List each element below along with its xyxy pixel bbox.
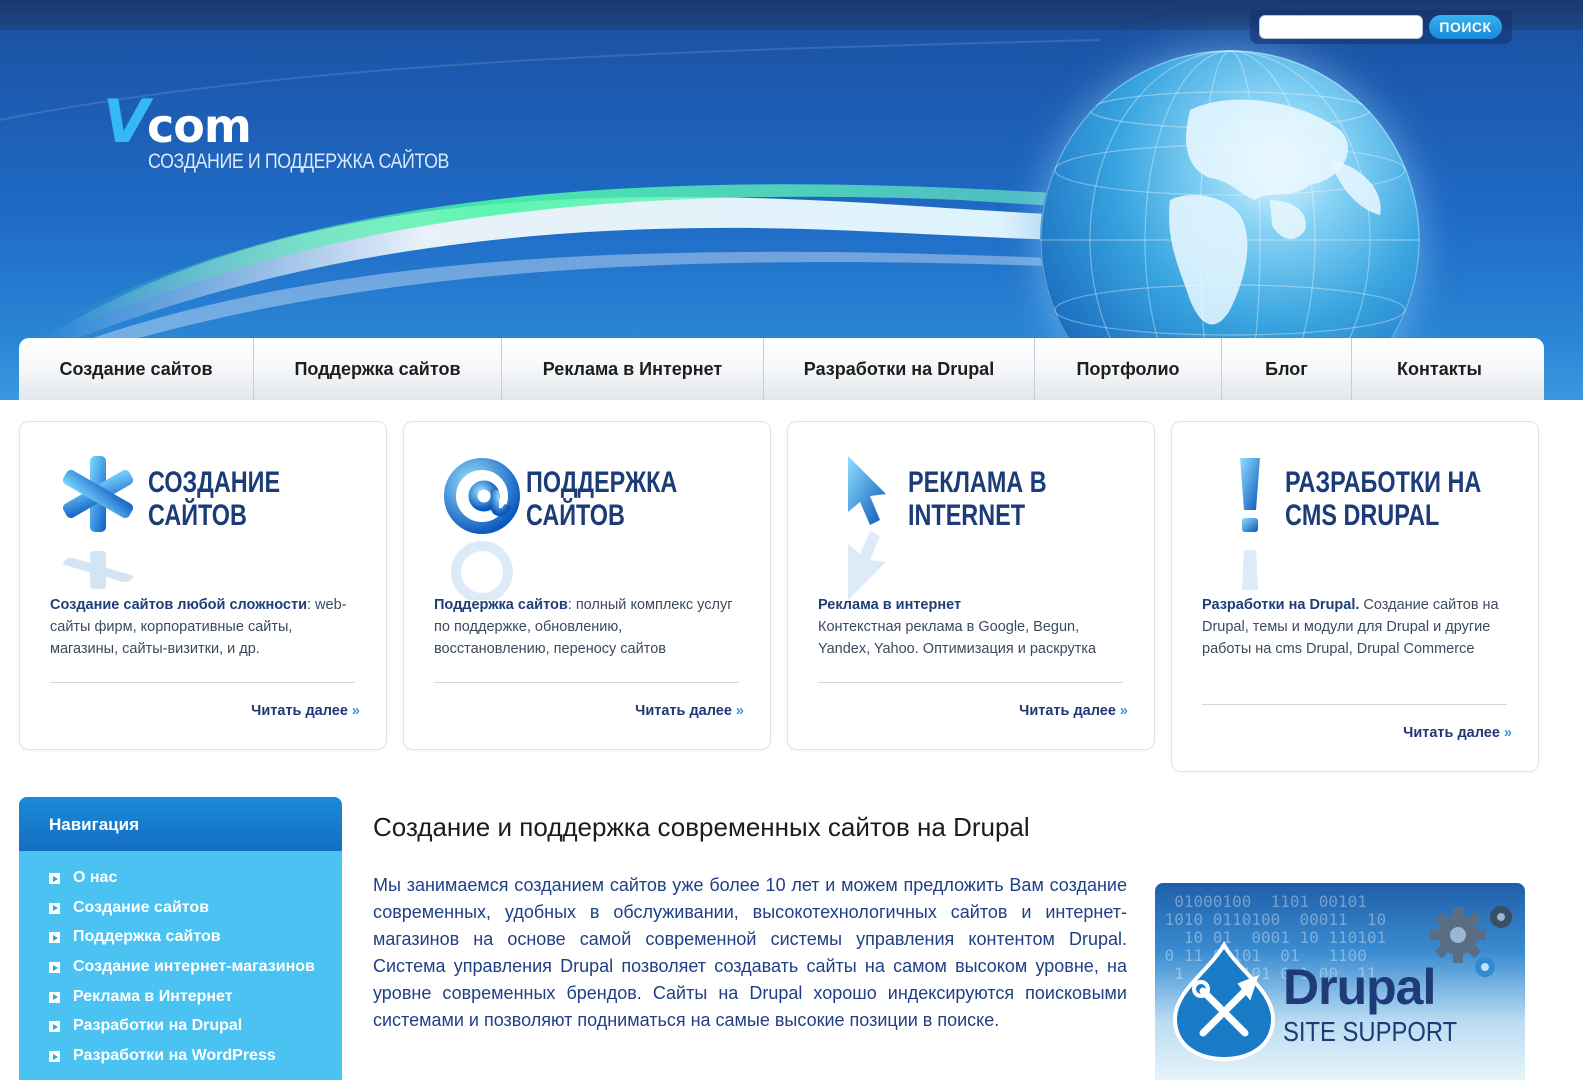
nav-list: О нас Создание сайтов Поддержка сайтов С… — [19, 851, 342, 1077]
nav-item-site-creation[interactable]: Создание сайтов — [19, 899, 342, 929]
logo-tagline: СОЗДАНИЕ И ПОДДЕРЖКА САЙТОВ — [148, 150, 450, 173]
navigation-sidebar: Навигация О нас Создание сайтов Поддержк… — [19, 797, 342, 1080]
main-menu: Создание сайтов Поддержка сайтов Реклама… — [19, 338, 1544, 400]
read-more-link[interactable]: Читать далее » — [251, 703, 360, 719]
read-more-link[interactable]: Читать далее » — [1403, 725, 1512, 741]
banner-drupal-word: Drupal — [1283, 959, 1436, 1015]
feature-card-advertising: Реклама в Internet Реклама в интернет Кон… — [787, 421, 1155, 750]
search-input[interactable] — [1259, 15, 1423, 39]
feature-title: Поддержка сайтов — [526, 466, 678, 532]
page-title: Создание и поддержка современных сайтов … — [373, 812, 1030, 842]
gears-icon — [1430, 906, 1512, 977]
feature-title: Создание сайтов — [148, 466, 281, 532]
bullet-arrow-icon — [49, 1021, 60, 1033]
menu-item-blog[interactable]: Блог — [1222, 338, 1352, 400]
bullet-arrow-icon — [49, 902, 60, 914]
menu-item-site-creation[interactable]: Создание сайтов — [19, 338, 254, 400]
bullet-arrow-icon — [49, 1051, 60, 1063]
menu-item-portfolio[interactable]: Портфолио — [1035, 338, 1222, 400]
feature-card-site-support: Поддержка сайтов Поддержка сайтов: полный… — [403, 421, 771, 750]
sidebar-title: Навигация — [19, 797, 342, 851]
nav-item-online-stores[interactable]: Создание интернет-магазинов — [19, 958, 342, 988]
nav-item-site-support[interactable]: Поддержка сайтов — [19, 928, 342, 958]
feature-description: Разработки на Drupal. Создание сайтов на… — [1202, 597, 1499, 657]
bullet-arrow-icon — [49, 991, 60, 1003]
feature-title: Разработки на CMS Drupal — [1285, 466, 1482, 532]
bullet-arrow-icon — [49, 932, 60, 944]
bullet-arrow-icon — [49, 873, 60, 884]
menu-item-drupal[interactable]: Разработки на Drupal — [764, 338, 1035, 400]
drupal-drop-logo-icon — [1172, 941, 1276, 1061]
divider — [50, 682, 355, 683]
feature-card-drupal: Разработки на CMS Drupal Разработки на Dr… — [1171, 421, 1539, 772]
logo-wordmark: com — [147, 99, 252, 153]
nav-item-drupal[interactable]: Разработки на Drupal — [19, 1017, 342, 1047]
menu-item-advertising[interactable]: Реклама в Интернет — [502, 338, 764, 400]
asterisk-icon — [62, 456, 134, 589]
read-more-link[interactable]: Читать далее » — [635, 703, 744, 719]
menu-item-site-support[interactable]: Поддержка сайтов — [254, 338, 502, 400]
drupal-site-support-banner[interactable]: 01000100 1101 00101 1010 0110100 00011 1… — [1155, 883, 1525, 1080]
search-button[interactable]: ПОИСК — [1429, 15, 1502, 39]
nav-item-advertising[interactable]: Реклама в Интернет — [19, 988, 342, 1018]
logo-letter-v: V — [103, 87, 150, 157]
divider — [1202, 704, 1507, 705]
banner-site-support-text: SITE SUPPORT — [1283, 1016, 1458, 1047]
feature-description: Поддержка сайтов: полный комплекс услуг … — [434, 597, 733, 657]
feature-title: Реклама в Internet — [908, 466, 1047, 532]
cursor-arrow-icon — [848, 456, 886, 600]
at-sign-icon — [444, 458, 520, 600]
intro-paragraph: Мы занимаемся созданием сайтов уже более… — [373, 875, 1127, 1030]
exclamation-icon — [1240, 458, 1260, 590]
site-header: ПОИСК V com СОЗДАНИЕ И ПОДДЕРЖКА САЙТОВ … — [0, 0, 1583, 400]
menu-item-contacts[interactable]: Контакты — [1352, 338, 1527, 400]
bullet-arrow-icon — [49, 962, 60, 974]
divider — [818, 682, 1123, 683]
feature-description: Реклама в интернет Контекстная реклама в… — [818, 597, 1097, 657]
divider — [434, 682, 739, 683]
feature-description: Создание сайтов любой сложности: web-сай… — [50, 597, 347, 657]
nav-item-wordpress[interactable]: Разработки на WordPress — [19, 1047, 342, 1077]
read-more-link[interactable]: Читать далее » — [1019, 703, 1128, 719]
nav-item-about[interactable]: О нас — [19, 869, 342, 899]
feature-card-site-creation: Создание сайтов Создание сайтов любой сло… — [19, 421, 387, 750]
